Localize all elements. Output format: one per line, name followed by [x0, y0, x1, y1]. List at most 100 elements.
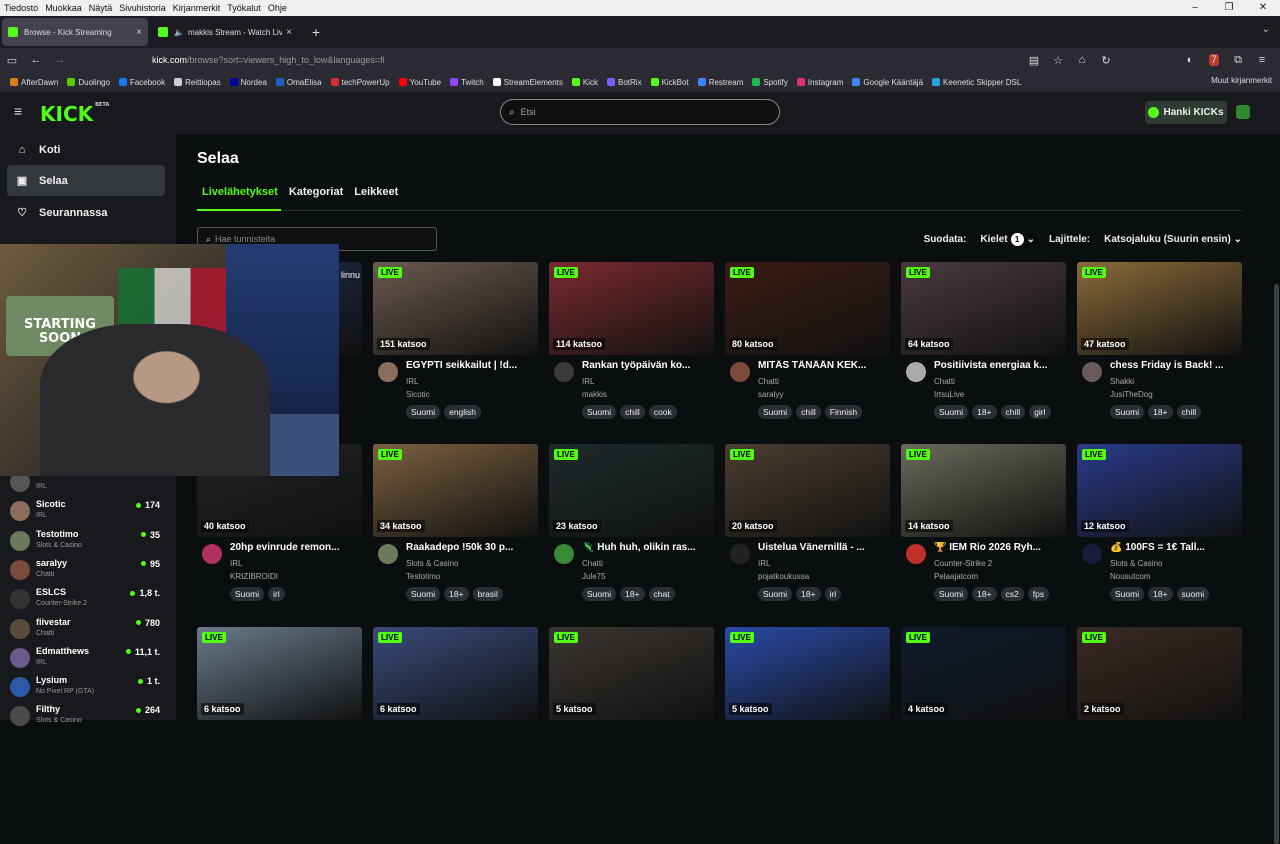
maximize-icon[interactable]: ❐	[1212, 0, 1246, 16]
stream-category[interactable]: Slots & Casino	[406, 559, 458, 568]
bookmark-item[interactable]: Spotify	[752, 78, 788, 87]
back-icon[interactable]: ←	[24, 54, 48, 66]
tag-chip[interactable]: Suomi	[1110, 587, 1145, 601]
tag-chip[interactable]: 18+	[1148, 405, 1173, 419]
stream-thumbnail[interactable]: LIVE 14 katsoo	[901, 444, 1066, 537]
tag-chip[interactable]: Suomi	[758, 405, 793, 419]
tag-chip[interactable]: Suomi	[934, 405, 969, 419]
sidebar-channel[interactable]: Lysium No Pixel RP (GTA) 1 t.	[10, 673, 160, 701]
sidebar-toggle-icon[interactable]: ▭	[0, 54, 24, 67]
tag-chip[interactable]: Suomi	[582, 405, 617, 419]
tag-chip[interactable]: Finnish	[824, 405, 863, 419]
streamer-name[interactable]: makkis	[582, 390, 607, 399]
streamer-name[interactable]: JusiTheDog	[1110, 390, 1153, 399]
tag-chip[interactable]: english	[444, 405, 482, 419]
streamer-name[interactable]: Sicotic	[406, 390, 430, 399]
stream-card[interactable]: LIVE 5 katsoo	[725, 627, 890, 720]
account-icon[interactable]: ◐	[1178, 54, 1202, 66]
sidebar-channel[interactable]: Testotimo Slots & Casino 35	[10, 527, 160, 555]
bookmark-item[interactable]: Facebook	[118, 78, 165, 87]
streamer-name[interactable]: Jule75	[582, 572, 606, 581]
tag-chip[interactable]: Suomi	[406, 587, 441, 601]
new-tab-icon[interactable]: +	[306, 24, 326, 40]
sidebar-item-browse[interactable]: ▣ Selaa	[7, 165, 165, 196]
tag-chip[interactable]: cook	[648, 405, 677, 419]
stream-thumbnail[interactable]: LIVE 5 katsoo	[725, 627, 890, 720]
sidebar-channel[interactable]: saralyy Chatti 95	[10, 556, 160, 584]
sidebar-item-home[interactable]: ⌂ Koti	[7, 134, 165, 165]
stream-title[interactable]: MITÄS TÄNÄÄN KEK...	[758, 360, 890, 371]
channel-avatar[interactable]	[1082, 544, 1102, 564]
channel-avatar[interactable]	[906, 544, 926, 564]
sidebar-channel[interactable]: fiivestar Chatti 780	[10, 615, 160, 643]
stream-thumbnail[interactable]: LIVE 6 katsoo	[197, 627, 362, 720]
stream-title[interactable]: 🦎 Huh huh, olikin ras...	[582, 542, 714, 553]
sidebar-item-following[interactable]: ♡ Seurannassa	[7, 197, 165, 228]
stream-card[interactable]: LIVE 80 katsoo MITÄS TÄNÄÄN KEK... Chatti sa…	[725, 262, 890, 440]
get-kicks-button[interactable]: Hanki KICKs	[1145, 101, 1227, 124]
menu-history[interactable]: Sivuhistoria	[119, 3, 166, 13]
stream-thumbnail[interactable]: LIVE 80 katsoo	[725, 262, 890, 355]
tab-livestreams[interactable]: Livelähetykset	[202, 186, 278, 198]
search-input[interactable]: ⌕ Etsi	[500, 99, 780, 125]
bookmark-item[interactable]: techPowerUp	[330, 78, 390, 87]
tag-chip[interactable]: brasil	[472, 587, 503, 601]
stream-card[interactable]: LIVE 6 katsoo	[197, 627, 362, 720]
stream-category[interactable]: IRL	[582, 377, 594, 386]
stream-thumbnail[interactable]: LIVE 12 katsoo	[1077, 444, 1242, 537]
stream-card[interactable]: LIVE 12 katsoo 💰 100FS = 1€ Tall... Slots &…	[1077, 444, 1242, 622]
tab-browse[interactable]: Browse - Kick Streaming ×	[2, 18, 148, 46]
menu-help[interactable]: Ohje	[268, 3, 287, 13]
bookmark-item[interactable]: OmaElisa	[275, 78, 322, 87]
menu-bookmarks[interactable]: Kirjanmerkit	[173, 3, 221, 13]
stream-thumbnail[interactable]: LIVE 2 katsoo	[1077, 627, 1242, 720]
other-bookmarks[interactable]: Muut kirjanmerkit	[1211, 76, 1272, 85]
channel-avatar[interactable]	[554, 362, 574, 382]
tab-makkis-stream[interactable]: 🔈 makkis Stream - Watch Live ×	[152, 18, 298, 46]
tag-chip[interactable]: Suomi	[230, 587, 265, 601]
stream-title[interactable]: Positiivista energiaa k...	[934, 360, 1066, 371]
tab-categories[interactable]: Kategoriat	[289, 186, 343, 198]
bookmark-item[interactable]: Duolingo	[67, 78, 110, 87]
stream-category[interactable]: Chatti	[582, 559, 603, 568]
tag-chip[interactable]: Suomi	[582, 587, 617, 601]
reader-view-icon[interactable]: ▤	[1022, 54, 1046, 67]
stream-card[interactable]: LIVE 20 katsoo Uistelua Vänernillä - ... IR…	[725, 444, 890, 622]
stream-category[interactable]: Slots & Casino	[1110, 559, 1162, 568]
streamer-name[interactable]: IrtsuLive	[934, 390, 964, 399]
channel-avatar[interactable]	[730, 362, 750, 382]
bookmark-item[interactable]: KickBot	[650, 78, 689, 87]
sort-dropdown[interactable]: Katsojaluku (Suurin ensin) ⌄	[1104, 234, 1242, 245]
tag-chip[interactable]: chill	[1176, 405, 1202, 419]
tag-chip[interactable]: 18+	[972, 405, 997, 419]
stream-title[interactable]: Uistelua Vänernillä - ...	[758, 542, 890, 553]
menu-edit[interactable]: Muokkaa	[45, 3, 82, 13]
sidebar-channel[interactable]: Edmatthews IRL 11,1 t.	[10, 644, 160, 672]
stream-category[interactable]: IRL	[758, 559, 770, 568]
stream-thumbnail[interactable]: LIVE 20 katsoo	[725, 444, 890, 537]
stream-thumbnail[interactable]: LIVE 6 katsoo	[373, 627, 538, 720]
stream-card[interactable]: LIVE 23 katsoo 🦎 Huh huh, olikin ras... Cha…	[549, 444, 714, 622]
extension-badge-icon[interactable]: 7	[1202, 54, 1226, 66]
tag-chip[interactable]: irl	[824, 587, 842, 601]
stream-card[interactable]: LIVE 64 katsoo Positiivista energiaa k... C…	[901, 262, 1066, 440]
tag-chip[interactable]: chill	[1000, 405, 1026, 419]
bookmark-item[interactable]: Nordea	[229, 78, 267, 87]
stream-thumbnail[interactable]: LIVE 34 katsoo	[373, 444, 538, 537]
stream-thumbnail[interactable]: LIVE 114 katsoo	[549, 262, 714, 355]
tag-chip[interactable]: 18+	[444, 587, 469, 601]
tag-chip[interactable]: chat	[648, 587, 675, 601]
menu-tools[interactable]: Työkalut	[227, 3, 261, 13]
tag-chip[interactable]: 18+	[620, 587, 645, 601]
tag-chip[interactable]: girl	[1029, 405, 1051, 419]
close-window-icon[interactable]: ✕	[1246, 0, 1280, 16]
tag-chip[interactable]: Suomi	[1110, 405, 1145, 419]
stream-category[interactable]: Chatti	[758, 377, 779, 386]
stream-title[interactable]: Rankan työpäivän ko...	[582, 360, 714, 371]
tab-clips[interactable]: Leikkeet	[354, 186, 398, 198]
tag-chip[interactable]: 18+	[796, 587, 821, 601]
tag-chip[interactable]: irl	[268, 587, 285, 601]
page-scrollbar[interactable]	[1272, 134, 1280, 844]
stream-thumbnail[interactable]: LIVE 5 katsoo	[549, 627, 714, 720]
stream-card[interactable]: LIVE 2 katsoo	[1077, 627, 1242, 720]
